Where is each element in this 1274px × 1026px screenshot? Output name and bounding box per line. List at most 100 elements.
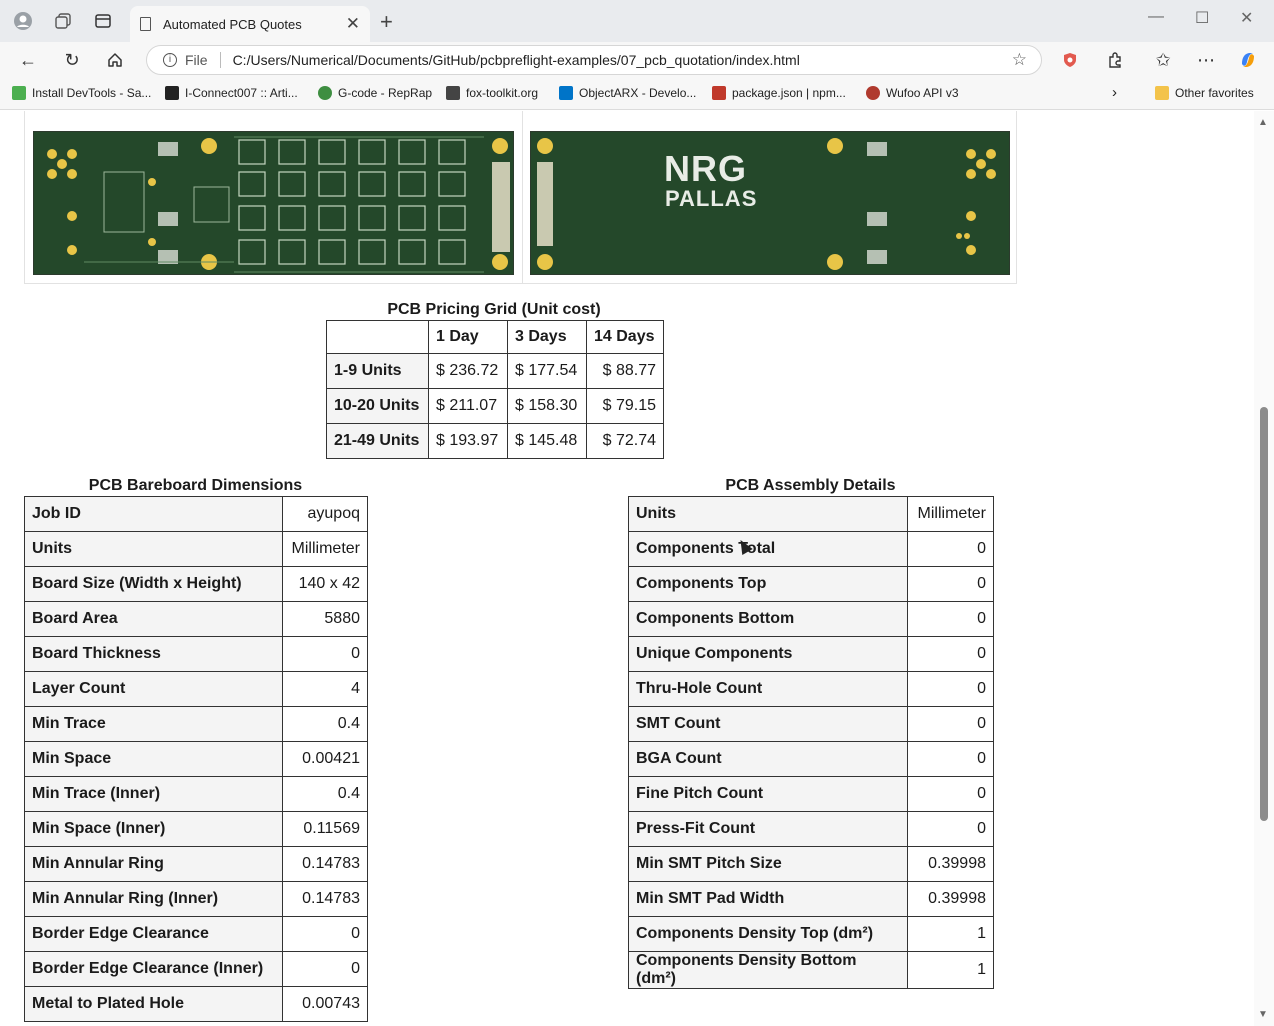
page-scrollbar[interactable]: ▲ ▼ (1254, 111, 1274, 1026)
bareboard-row: Board Area 5880 (24, 601, 368, 637)
home-icon[interactable] (103, 48, 127, 72)
bareboard-row: Border Edge Clearance 0 (24, 916, 368, 952)
pcb-preview-divider (522, 111, 523, 283)
assembly-caption: PCB Assembly Details (725, 477, 896, 494)
vertical-tabs-icon[interactable] (92, 10, 114, 32)
bareboard-value: 140 x 42 (282, 566, 368, 602)
close-window-icon[interactable]: ✕ (1240, 8, 1253, 28)
pricing-cell: $ 145.48 (507, 423, 587, 459)
bareboard-row: Job ID ayupoq (24, 496, 368, 532)
back-icon[interactable]: ← (16, 48, 40, 72)
url-text[interactable]: C:/Users/Numerical/Documents/GitHub/pcbp… (233, 52, 1012, 68)
assembly-value: 1 (907, 951, 994, 989)
bookmark-label: fox-toolkit.org (466, 86, 539, 100)
folder-icon (1155, 86, 1169, 100)
assembly-value: 0.39998 (907, 881, 994, 917)
bareboard-label: Board Thickness (24, 636, 283, 672)
scroll-up-icon[interactable]: ▲ (1258, 117, 1268, 128)
pricing-row: 1-9 Units $ 236.72 $ 177.54 $ 88.77 (326, 353, 664, 389)
url-bar[interactable]: i File C:/Users/Numerical/Documents/GitH… (146, 45, 1042, 75)
pricing-row-label: 21-49 Units (326, 423, 429, 459)
tab-bar: Automated PCB Quotes ✕ + — ☐ ✕ (0, 0, 1274, 42)
bareboard-row: Min Trace 0.4 (24, 706, 368, 742)
pricing-header-cell: 3 Days (507, 320, 587, 354)
bookmark-item[interactable]: Wufoo API v3 (866, 86, 959, 100)
assembly-label: BGA Count (628, 741, 908, 777)
bookmark-favicon-icon (446, 86, 460, 100)
bareboard-value: 0.14783 (282, 881, 368, 917)
other-favorites[interactable]: Other favorites (1155, 86, 1254, 100)
file-label: File (185, 52, 208, 68)
bareboard-value: 0.4 (282, 706, 368, 742)
pcb-logo-nrg: NRG (664, 148, 747, 189)
bookmark-label: Wufoo API v3 (886, 86, 959, 100)
bareboard-label: Metal to Plated Hole (24, 986, 283, 1022)
browser-tab[interactable]: Automated PCB Quotes ✕ (130, 6, 370, 42)
bookmark-item[interactable]: fox-toolkit.org (446, 86, 538, 100)
assembly-value: 0 (907, 776, 994, 812)
new-tab-icon[interactable]: + (380, 9, 393, 35)
favorite-star-icon[interactable]: ☆ (1012, 50, 1027, 70)
assembly-label: Min SMT Pad Width (628, 881, 908, 917)
bookmark-item[interactable]: G-code - RepRap (318, 86, 432, 100)
bookmark-item[interactable]: ObjectARX - Develo... (559, 86, 696, 100)
scroll-down-icon[interactable]: ▼ (1258, 1009, 1268, 1020)
assembly-row: Units Millimeter (628, 496, 994, 532)
close-tab-icon[interactable]: ✕ (346, 14, 360, 34)
pcb-bottom-artwork (531, 132, 1009, 274)
minimize-icon[interactable]: — (1148, 8, 1164, 26)
bookmark-item[interactable]: I-Connect007 :: Arti... (165, 86, 298, 100)
bareboard-row: Board Size (Width x Height) 140 x 42 (24, 566, 368, 602)
shield-icon[interactable] (1058, 48, 1082, 72)
assembly-label: Components Top (628, 566, 908, 602)
bareboard-value: Millimeter (282, 531, 368, 567)
pcb-bottom-image: NRG PALLAS (530, 131, 1010, 275)
extensions-icon[interactable] (1103, 48, 1127, 72)
assembly-label: Thru-Hole Count (628, 671, 908, 707)
assembly-value: 0 (907, 566, 994, 602)
bookmark-label: package.json | npm... (732, 86, 846, 100)
assembly-row: Fine Pitch Count 0 (628, 776, 994, 812)
bookmark-label: I-Connect007 :: Arti... (185, 86, 298, 100)
assembly-row: Components Density Top (dm²) 1 (628, 916, 994, 952)
pricing-grid-caption: PCB Pricing Grid (Unit cost) (387, 301, 601, 318)
assembly-value: 0.39998 (907, 846, 994, 882)
bareboard-value: 5880 (282, 601, 368, 637)
assembly-row: Press-Fit Count 0 (628, 811, 994, 847)
bookmark-item[interactable]: Install DevTools - Sa... (12, 86, 151, 100)
bareboard-label: Min Space (Inner) (24, 811, 283, 847)
maximize-icon[interactable]: ☐ (1195, 8, 1209, 28)
bareboard-label: Board Area (24, 601, 283, 637)
bareboard-label: Board Size (Width x Height) (24, 566, 283, 602)
bookmark-favicon-icon (165, 86, 179, 100)
info-icon[interactable]: i (163, 53, 177, 67)
assembly-row: Min SMT Pitch Size 0.39998 (628, 846, 994, 882)
bookmark-item[interactable]: package.json | npm... (712, 86, 846, 100)
pricing-row: 10-20 Units $ 211.07 $ 158.30 $ 79.15 (326, 388, 664, 424)
more-options-icon[interactable]: ⋯ (1194, 48, 1218, 72)
pricing-corner-cell (326, 320, 429, 354)
page-icon (140, 17, 151, 31)
pcb-top-image (33, 131, 514, 275)
bareboard-row: Layer Count 4 (24, 671, 368, 707)
bareboard-label: Min Space (24, 741, 283, 777)
copilot-icon[interactable] (1236, 48, 1260, 72)
more-bookmarks-chevron-icon[interactable]: › (1112, 84, 1117, 101)
assembly-label: Unique Components (628, 636, 908, 672)
assembly-row: SMT Count 0 (628, 706, 994, 742)
workspaces-icon[interactable] (52, 10, 74, 32)
bookmark-favicon-icon (559, 86, 573, 100)
bareboard-label: Border Edge Clearance (Inner) (24, 951, 283, 987)
assembly-label: Press-Fit Count (628, 811, 908, 847)
bookmark-favicon-icon (318, 86, 332, 100)
bareboard-row: Min Space (Inner) 0.11569 (24, 811, 368, 847)
pricing-cell: $ 79.15 (586, 388, 664, 424)
pricing-header-cell: 14 Days (586, 320, 664, 354)
profile-icon[interactable] (12, 10, 34, 32)
pricing-header-row: 1 Day 3 Days 14 Days (326, 320, 664, 354)
bareboard-value: 0.00421 (282, 741, 368, 777)
scrollbar-thumb[interactable] (1260, 407, 1268, 821)
refresh-icon[interactable]: ↻ (60, 48, 84, 72)
assembly-row: Components Top 0 (628, 566, 994, 602)
favorites-icon[interactable]: ✩ (1151, 48, 1175, 72)
